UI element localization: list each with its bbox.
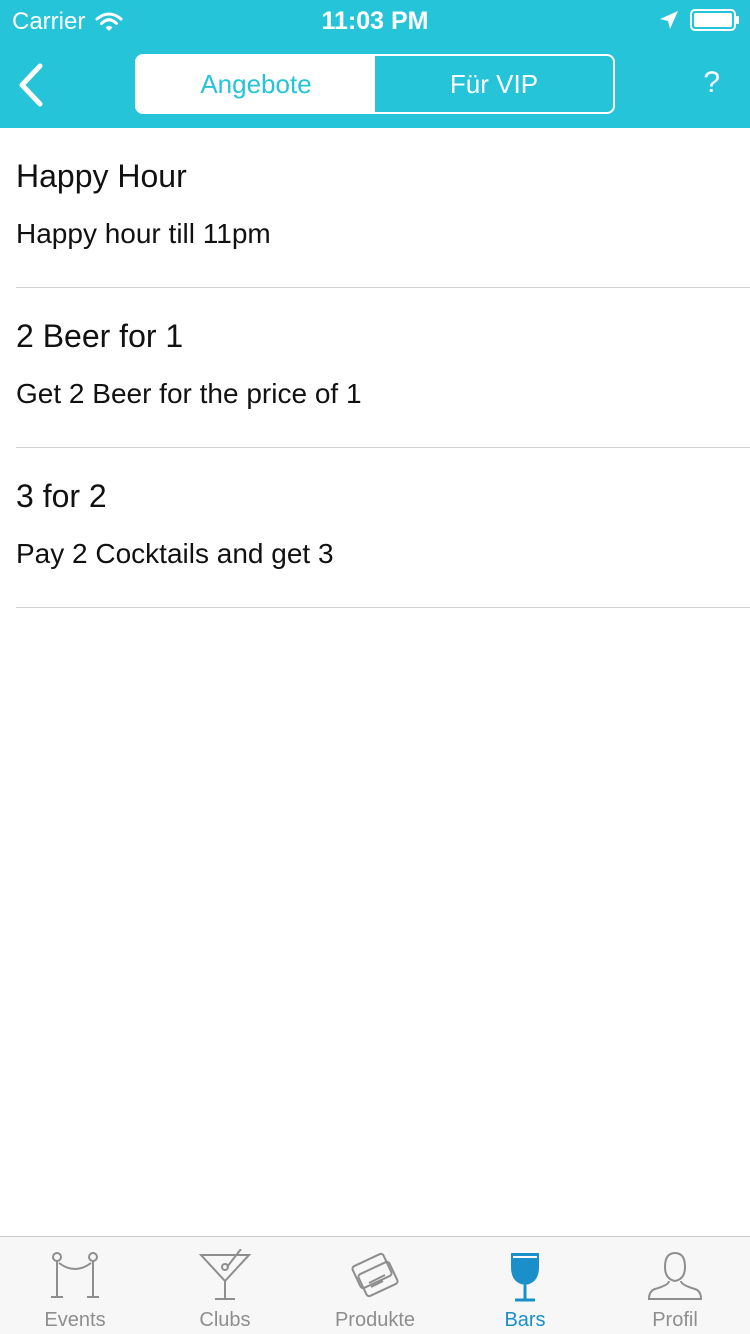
offer-title: 3 for 2 (16, 478, 107, 514)
offer-list: Happy Hour Happy hour till 11pm 2 Beer f… (0, 128, 750, 608)
offer-title: 2 Beer for 1 (16, 318, 184, 354)
segment-angebote-label: Angebote (200, 68, 312, 99)
offer-item[interactable]: Happy Hour Happy hour till 11pm (16, 128, 750, 288)
offer-title: Happy Hour (16, 158, 187, 194)
status-indicators (658, 9, 740, 31)
tab-events[interactable]: Events (0, 1237, 150, 1334)
segment-angebote[interactable]: Angebote (137, 56, 375, 112)
offer-description: Happy hour till 11pm (16, 218, 271, 249)
person-icon (647, 1251, 703, 1300)
wine-glass-icon (511, 1253, 539, 1302)
tab-profil[interactable]: Profil (600, 1237, 750, 1334)
offer-item[interactable]: 3 for 2 Pay 2 Cocktails and get 3 (16, 448, 750, 608)
battery-icon (690, 9, 739, 31)
tab-profil-label: Profil (652, 1309, 698, 1331)
cocktail-icon (198, 1249, 252, 1300)
segmented-control: Angebote Für VIP (135, 54, 615, 114)
nav-header: Carrier 11:03 PM Angebote Für VIP ? (0, 0, 750, 128)
tab-produkte[interactable]: Produkte (300, 1237, 450, 1334)
offer-description: Pay 2 Cocktails and get 3 (16, 538, 334, 569)
back-button[interactable] (12, 60, 52, 110)
tab-bar: Events Clubs Produkte Bars Profil (0, 1236, 750, 1334)
rope-barrier-icon (51, 1252, 99, 1298)
tab-bars-label: Bars (504, 1309, 546, 1331)
status-time: 11:03 PM (321, 7, 429, 35)
tickets-icon (351, 1252, 399, 1298)
segment-fuer-vip-label: Für VIP (449, 68, 539, 99)
help-button[interactable]: ? (703, 66, 720, 100)
offer-item[interactable]: 2 Beer for 1 Get 2 Beer for the price of… (16, 288, 750, 448)
tab-events-label: Events (44, 1309, 106, 1331)
tab-bars[interactable]: Bars (450, 1237, 600, 1334)
location-arrow-icon (660, 11, 678, 29)
tab-produkte-label: Produkte (334, 1309, 416, 1331)
tab-clubs-label: Clubs (199, 1309, 251, 1331)
tab-clubs[interactable]: Clubs (150, 1237, 300, 1334)
offer-description: Get 2 Beer for the price of 1 (16, 378, 362, 409)
segment-fuer-vip[interactable]: Für VIP (375, 56, 613, 112)
status-bar: Carrier 11:03 PM (0, 0, 750, 40)
